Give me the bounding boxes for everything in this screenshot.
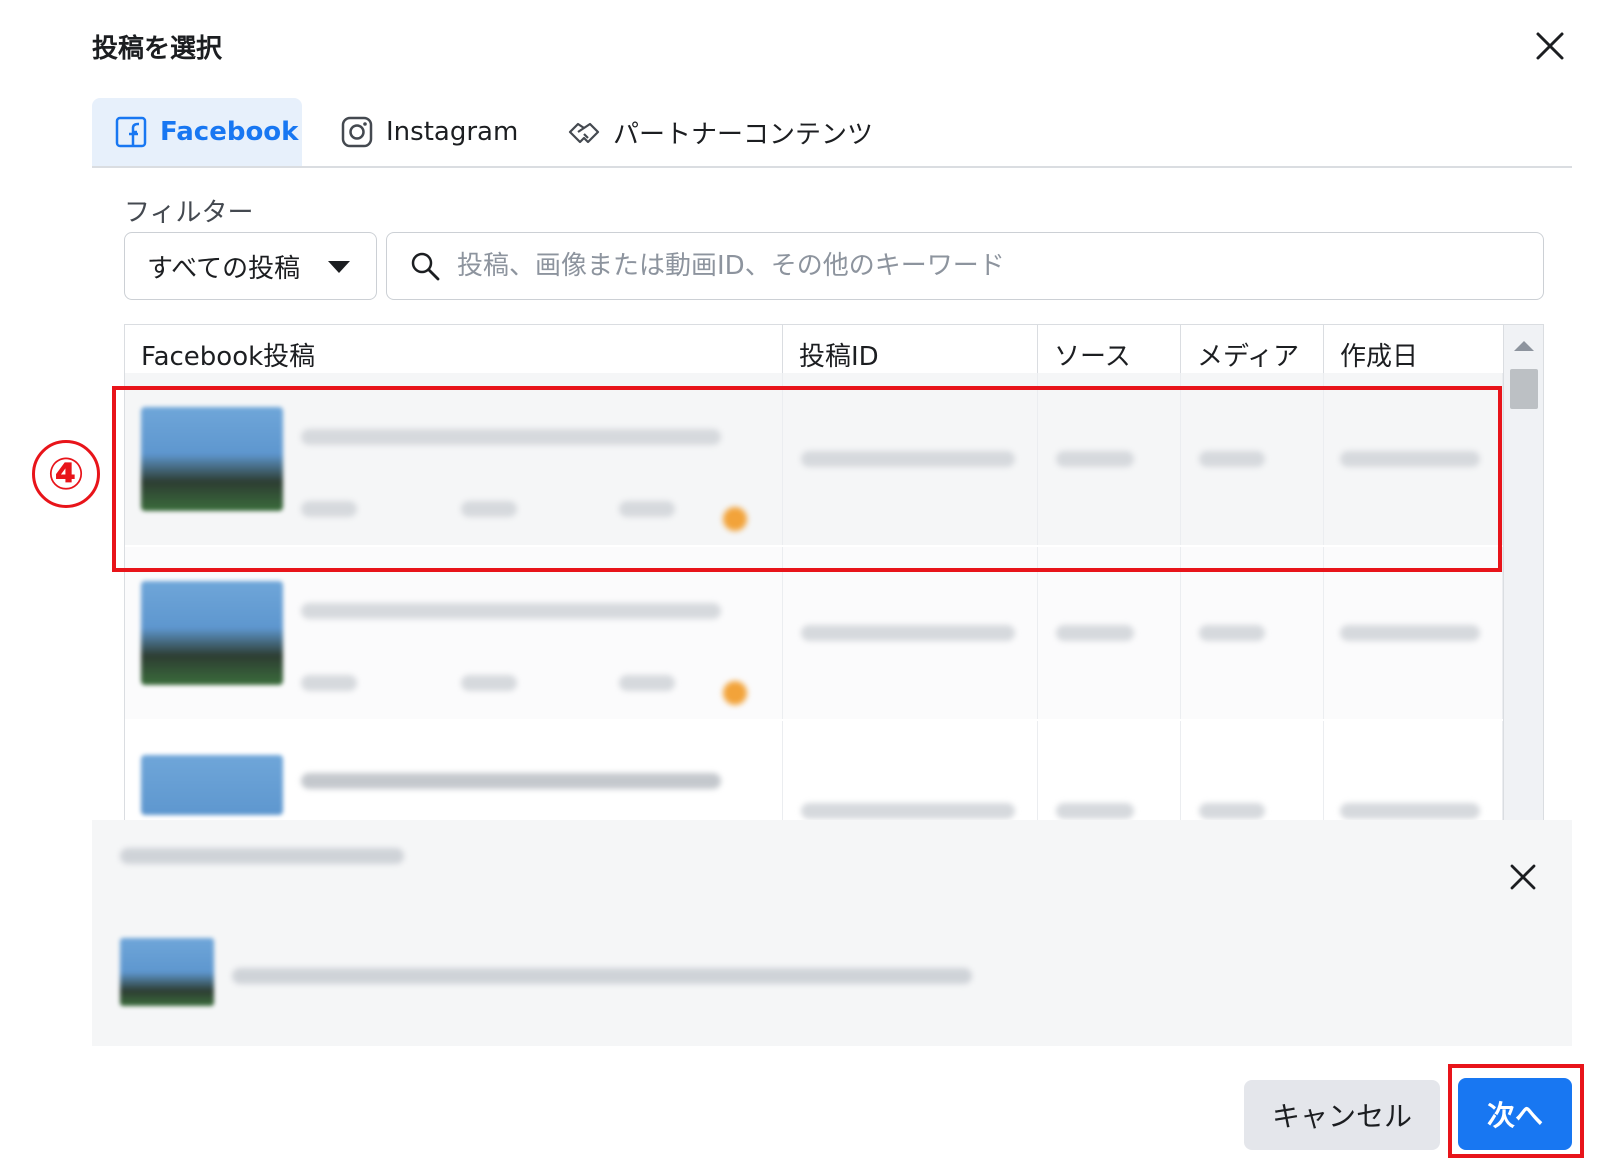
- instagram-icon: [340, 115, 374, 149]
- selected-post-thumbnail: [120, 938, 214, 1006]
- tab-label: パートナーコンテンツ: [613, 119, 874, 150]
- scroll-thumb[interactable]: [1510, 369, 1538, 409]
- media-cell: [1181, 721, 1324, 820]
- post-type-dropdown[interactable]: すべての投稿: [124, 232, 377, 300]
- blurred-text: [232, 968, 972, 984]
- cancel-button[interactable]: キャンセル: [1244, 1080, 1440, 1150]
- column-header-media[interactable]: メディア: [1181, 325, 1324, 373]
- row-highlight-annotation: [112, 386, 1502, 572]
- blurred-text: [1199, 625, 1265, 641]
- close-icon[interactable]: [1532, 28, 1568, 64]
- search-input[interactable]: [457, 251, 1517, 281]
- scroll-up-arrow-icon[interactable]: [1514, 341, 1534, 351]
- post-id-cell: [783, 547, 1038, 719]
- blurred-text: [1340, 625, 1480, 641]
- remove-selection-close-icon[interactable]: [1506, 860, 1540, 894]
- blurred-text: [619, 675, 675, 691]
- post-cell: [125, 547, 783, 719]
- post-cell: [125, 721, 783, 820]
- blurred-text: [1056, 803, 1134, 819]
- blurred-text: [301, 675, 357, 691]
- tab-label: Instagram: [386, 117, 519, 147]
- blurred-text: [301, 603, 721, 619]
- column-header-created[interactable]: 作成日: [1324, 325, 1503, 373]
- tab-instagram[interactable]: Instagram: [340, 98, 518, 166]
- next-button-highlight-annotation: [1448, 1064, 1584, 1158]
- blurred-text: [1340, 803, 1480, 819]
- facebook-icon: [114, 115, 148, 149]
- blurred-text: [1056, 625, 1134, 641]
- blurred-text: [801, 625, 1015, 641]
- tab-bar: Facebook Instagram パートナーコンテンツ: [92, 98, 1572, 168]
- table-row[interactable]: [125, 547, 1503, 719]
- created-cell: [1324, 721, 1503, 820]
- table-scrollbar[interactable]: [1503, 325, 1543, 820]
- media-cell: [1181, 547, 1324, 719]
- caret-down-icon: [328, 261, 350, 273]
- blurred-text: [301, 773, 721, 789]
- blurred-text: [461, 675, 517, 691]
- dialog-title: 投稿を選択: [92, 34, 223, 64]
- table-header: Facebook投稿 投稿ID ソース メディア 作成日: [125, 325, 1503, 373]
- dropdown-value: すべての投稿: [147, 253, 301, 284]
- tab-facebook[interactable]: Facebook: [92, 98, 302, 166]
- blurred-text: [801, 803, 1015, 819]
- step-number-annotation: ④: [32, 440, 100, 508]
- tab-label: Facebook: [160, 117, 299, 147]
- blurred-text: [120, 848, 404, 864]
- search-icon: [409, 250, 441, 282]
- selected-post-panel: [92, 820, 1572, 1046]
- post-id-cell: [783, 721, 1038, 820]
- column-header-source[interactable]: ソース: [1038, 325, 1181, 373]
- boost-icon: [723, 681, 747, 705]
- filter-label: フィルター: [124, 198, 254, 228]
- source-cell: [1038, 721, 1181, 820]
- source-cell: [1038, 547, 1181, 719]
- tab-partner-content[interactable]: パートナーコンテンツ: [567, 98, 873, 166]
- created-cell: [1324, 547, 1503, 719]
- post-thumbnail: [141, 581, 283, 685]
- blurred-text: [1199, 803, 1265, 819]
- handshake-icon: [567, 115, 601, 149]
- post-thumbnail: [141, 755, 283, 815]
- column-header-post[interactable]: Facebook投稿: [125, 325, 783, 373]
- table-row[interactable]: [125, 721, 1503, 820]
- search-box[interactable]: [386, 232, 1544, 300]
- column-header-post-id[interactable]: 投稿ID: [783, 325, 1038, 373]
